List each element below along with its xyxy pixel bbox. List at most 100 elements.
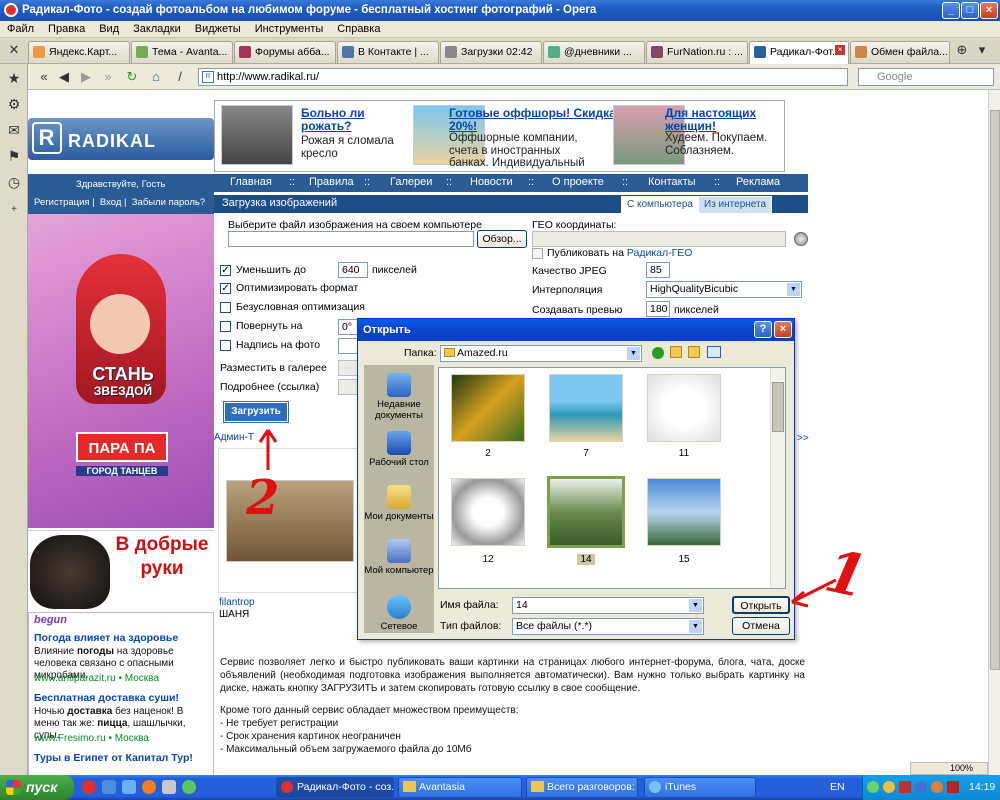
minimize-button[interactable]: _	[942, 2, 960, 19]
nav-contacts[interactable]: Контакты	[648, 176, 696, 188]
place-my-documents[interactable]: Мои документы	[364, 485, 434, 522]
maximize-button[interactable]: □	[961, 2, 979, 19]
next-arrow[interactable]: >>	[797, 433, 809, 444]
nav-galleries[interactable]: Галереи	[390, 176, 432, 188]
nav-news[interactable]: Новости	[470, 176, 513, 188]
scroll-thumb[interactable]	[990, 110, 1000, 670]
file-name[interactable]: 12	[451, 554, 525, 565]
menu-tools[interactable]: Инструменты	[248, 21, 331, 38]
taskbar-item-chat[interactable]: Всего разговоров: 2...	[526, 777, 638, 798]
site-logo[interactable]: RRADIKAL ФОТО	[28, 118, 214, 194]
tab-yandex[interactable]: Яндекс.Карт...	[28, 41, 130, 63]
nav-home[interactable]: Главная	[230, 176, 272, 188]
nav-about[interactable]: О проекте	[552, 176, 604, 188]
help-button[interactable]: ?	[754, 321, 772, 338]
tab-from-internet[interactable]: Из интернета	[698, 196, 773, 213]
menu-help[interactable]: Справка	[330, 21, 387, 38]
gallery-select[interactable]	[338, 360, 358, 376]
wrench-icon[interactable]: ✕	[6, 42, 22, 58]
browse-button[interactable]: Обзор...	[477, 230, 527, 248]
player-launch-icon[interactable]	[142, 780, 156, 794]
messenger-launch-icon[interactable]	[182, 780, 196, 794]
nav-rules[interactable]: Правила	[309, 176, 354, 188]
file-name[interactable]: 2	[451, 448, 525, 459]
menu-widgets[interactable]: Виджеты	[188, 21, 248, 38]
ad-image[interactable]	[221, 105, 293, 165]
file-name-selected[interactable]: 14	[549, 554, 623, 565]
menu-bookmarks[interactable]: Закладки	[126, 21, 188, 38]
ad-link[interactable]: Туры в Египет от Капитал Тур!	[34, 752, 193, 764]
tab-file-exchange[interactable]: Обмен файла...	[850, 41, 950, 63]
taskbar-item-opera[interactable]: Радикал-Фото - соз...	[276, 777, 394, 798]
file-thumbnail[interactable]	[451, 478, 525, 546]
new-folder-icon[interactable]	[688, 346, 700, 358]
optimize-checkbox[interactable]: ✓	[220, 283, 231, 294]
reduce-size-input[interactable]: 640	[338, 262, 368, 278]
show-desktop-icon[interactable]	[122, 780, 136, 794]
start-button[interactable]: пуск	[0, 775, 74, 800]
file-thumbnail[interactable]	[647, 374, 721, 442]
tab-avantasia[interactable]: Тема - Avanta...	[131, 41, 233, 63]
caption-input[interactable]	[338, 338, 358, 354]
scroll-thumb[interactable]	[772, 382, 784, 432]
recent-uploads-link[interactable]: Админ-Т	[214, 432, 359, 446]
app-launch-icon[interactable]	[162, 780, 176, 794]
tab-diaries[interactable]: @дневники ...	[543, 41, 645, 63]
geo-input[interactable]	[532, 231, 786, 247]
page-scrollbar[interactable]	[988, 90, 1000, 775]
clock[interactable]: 14:19	[969, 775, 995, 800]
file-name[interactable]: 11	[647, 448, 721, 459]
upload-button[interactable]: Загрузить	[223, 401, 289, 423]
up-folder-icon[interactable]	[670, 346, 682, 358]
view-menu-icon[interactable]	[707, 346, 721, 358]
jpeg-quality-input[interactable]: 85	[646, 262, 670, 278]
file-thumbnail[interactable]	[549, 374, 623, 442]
widgets-icon[interactable]: ⚑	[6, 148, 22, 164]
tab-furnation[interactable]: FurNation.ru : ...	[646, 41, 748, 63]
place-network[interactable]: Сетевое	[364, 595, 434, 632]
home-icon[interactable]: ⌂	[148, 69, 164, 85]
tab-radikal[interactable]: Радикал-Фот... ×	[749, 41, 849, 64]
fast-forward-icon[interactable]: »	[100, 69, 116, 85]
file-list-scrollbar[interactable]	[770, 368, 785, 588]
globe-icon[interactable]	[794, 232, 808, 246]
thumb-author[interactable]: filantrop	[219, 597, 255, 608]
place-desktop[interactable]: Рабочий стол	[364, 431, 434, 468]
radikal-geo-link[interactable]: Радикал-ГЕО	[627, 247, 693, 259]
file-name[interactable]: 7	[549, 448, 623, 459]
taskbar-item-itunes[interactable]: iTunes	[644, 777, 756, 798]
new-tab-icon[interactable]: ⊕	[954, 42, 970, 58]
cancel-button[interactable]: Отмена	[732, 617, 790, 635]
opera-launch-icon[interactable]	[82, 780, 96, 794]
file-thumbnail[interactable]	[647, 478, 721, 546]
place-my-computer[interactable]: Мой компьютер	[364, 539, 434, 576]
tab-vkontakte[interactable]: В Контакте | ...	[337, 41, 439, 63]
file-thumbnail-selected[interactable]	[547, 476, 625, 548]
filetype-select[interactable]: Все файлы (*.*) ▼	[512, 618, 704, 635]
filename-input[interactable]: 14 ▼	[512, 597, 704, 614]
dialog-close-button[interactable]: ×	[774, 321, 792, 338]
edit-icon[interactable]: /	[172, 69, 188, 85]
dog-ad[interactable]: В добрые руки	[28, 530, 214, 610]
publish-geo-checkbox[interactable]	[532, 248, 543, 259]
place-recent[interactable]: Недавние документы	[364, 373, 434, 421]
bookmarks-icon[interactable]: ★	[6, 70, 22, 86]
reload-icon[interactable]: ↻	[124, 69, 140, 85]
close-button[interactable]: ×	[980, 2, 998, 19]
address-input[interactable]: Rhttp://www.radikal.ru/	[198, 68, 848, 86]
rotate-checkbox[interactable]	[220, 321, 231, 332]
tab-forums[interactable]: Форумы абба...	[234, 41, 336, 63]
search-input[interactable]: Google	[858, 68, 994, 86]
file-name[interactable]: 15	[647, 554, 721, 565]
ad-url[interactable]: www.Fresimo.ru • Москва	[34, 733, 149, 744]
tab-from-computer[interactable]: С компьютера	[621, 196, 699, 213]
ad-title[interactable]: Больно ли рожать?	[301, 107, 401, 133]
back-icon[interactable]: ◀	[56, 69, 72, 85]
ad-url[interactable]: www.antiparazit.ru • Москва	[34, 673, 159, 684]
unconditional-checkbox[interactable]	[220, 302, 231, 313]
ad-title[interactable]: Для настоящих женщин!	[665, 107, 785, 133]
menu-view[interactable]: Вид	[92, 21, 126, 38]
language-indicator[interactable]: EN	[830, 781, 845, 793]
notes-icon[interactable]: ✉	[6, 122, 22, 138]
zoom-control[interactable]: 100%	[910, 762, 988, 775]
